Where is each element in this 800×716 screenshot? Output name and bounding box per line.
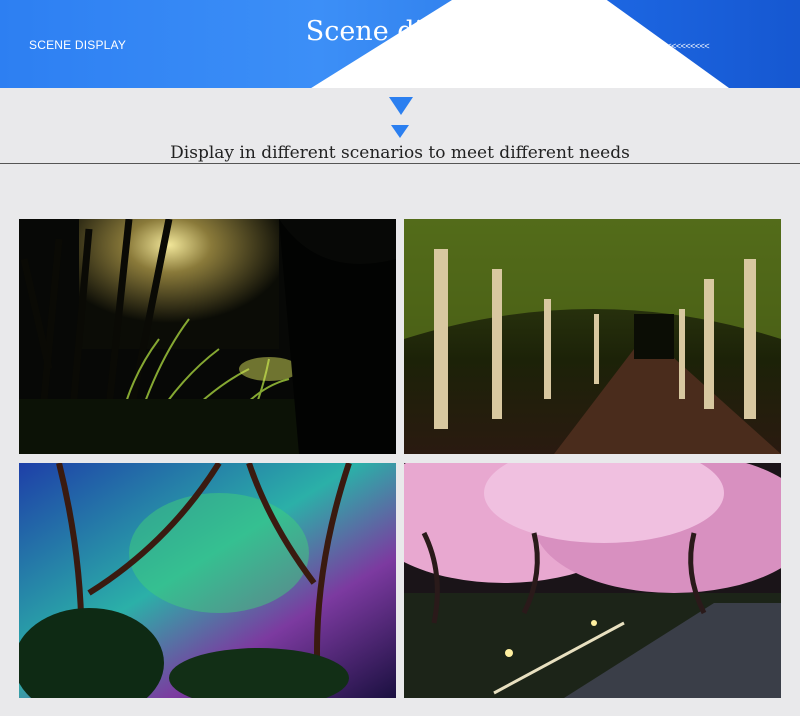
colorful-trees-photo — [19, 463, 396, 698]
down-arrow-icon — [389, 97, 413, 115]
divider — [0, 163, 800, 164]
header-banner: SCENE DISPLAY Scene display <<<<<<<<<<<<… — [0, 0, 800, 88]
decorative-arrows: <<<<<<<<<<<<<<<<<<<< — [614, 41, 710, 51]
cherry-blossom-path-photo — [404, 463, 781, 698]
down-arrow-icon — [391, 125, 409, 138]
garden-spotlight-photo — [19, 219, 396, 454]
section-subtitle: Display in different scenarios to meet d… — [170, 143, 630, 163]
tree-lined-path-photo — [404, 219, 781, 454]
